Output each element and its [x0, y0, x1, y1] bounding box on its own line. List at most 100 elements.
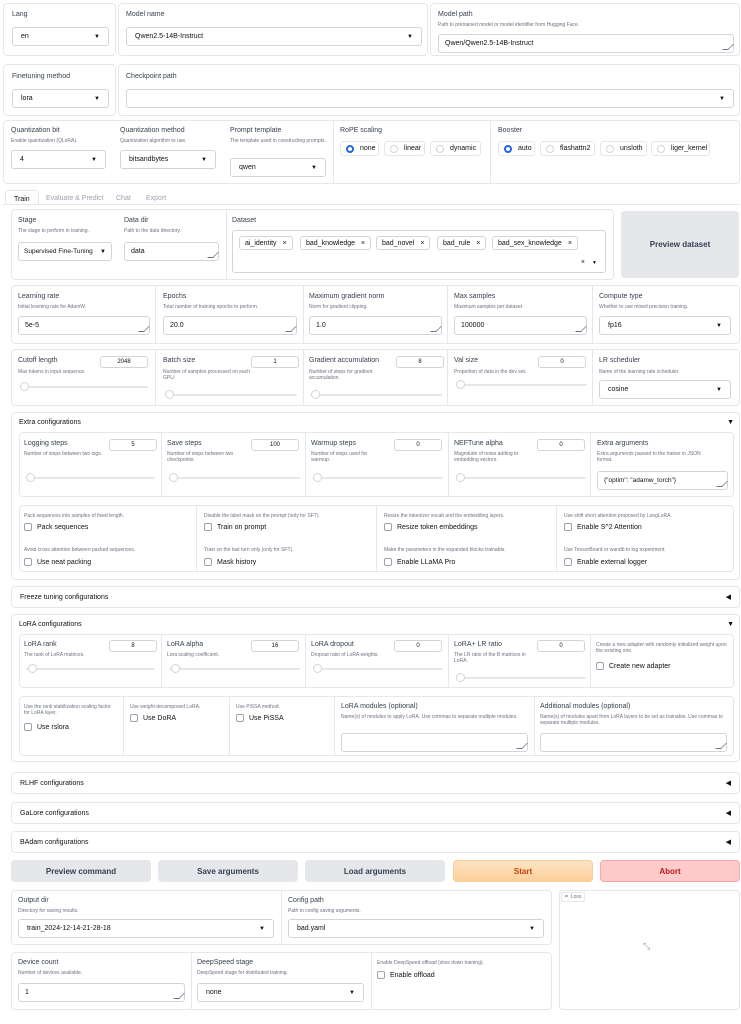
model-path-input[interactable]: Qwen/Qwen2.5-14B-Instruct: [438, 34, 734, 53]
lora-config-header[interactable]: LoRA configurations ▼: [19, 621, 734, 628]
cutoff-number[interactable]: 2048: [100, 356, 148, 368]
lora-alpha-number[interactable]: 16: [251, 640, 299, 652]
rlhf-config-header[interactable]: RLHF configurations ◀: [11, 772, 740, 794]
grad-accum-slider[interactable]: [311, 390, 442, 399]
device-count-input[interactable]: 1: [18, 983, 185, 1002]
epochs-input[interactable]: 20.0: [163, 316, 297, 335]
badam-config-header[interactable]: BAdam configurations ◀: [11, 831, 740, 853]
warmup-steps-slider[interactable]: [313, 473, 443, 482]
learning-rate-input[interactable]: 5e-5: [18, 316, 150, 335]
dora-checkbox[interactable]: Use DoRA: [130, 714, 176, 722]
booster-option-auto[interactable]: auto: [498, 141, 535, 156]
offload-checkbox[interactable]: Enable offload: [377, 971, 435, 979]
slider-handle[interactable]: [20, 382, 29, 391]
start-button[interactable]: Start: [453, 860, 593, 882]
grad-accum-number[interactable]: 8: [396, 356, 444, 368]
preview-command-button[interactable]: Preview command: [11, 860, 151, 882]
dataset-tag[interactable]: ai_identity ×: [239, 236, 293, 250]
dataset-tag[interactable]: bad_novel ×: [376, 236, 431, 250]
lr-scheduler-select[interactable]: cosine ▼: [599, 380, 731, 399]
lora-plus-slider[interactable]: [456, 673, 586, 682]
neat-packing-checkbox[interactable]: Use neat packing: [24, 558, 91, 566]
save-steps-number[interactable]: 100: [251, 439, 299, 451]
quant-method-select[interactable]: bitsandbytes ▼: [120, 150, 216, 169]
template-select[interactable]: qwen ▼: [230, 158, 326, 177]
lora-rank-slider[interactable]: [26, 664, 155, 673]
slider-handle[interactable]: [165, 390, 174, 399]
lora-alpha-slider[interactable]: [169, 664, 300, 673]
close-icon[interactable]: ×: [361, 240, 365, 247]
tab-train[interactable]: Train: [5, 190, 39, 205]
extra-args-input[interactable]: {"optim": "adamw_torch"}: [597, 471, 728, 490]
val-size-number[interactable]: 0: [538, 356, 586, 368]
slider-handle[interactable]: [456, 473, 465, 482]
dataset-tag[interactable]: bad_sex_knowledge ×: [492, 236, 578, 250]
lora-plus-number[interactable]: 0: [537, 640, 585, 652]
stage-select[interactable]: Supervised Fine-Tuning ▼: [18, 242, 112, 261]
save-steps-slider[interactable]: [169, 473, 300, 482]
rope-option-linear[interactable]: linear: [384, 141, 425, 156]
pissa-checkbox[interactable]: Use PiSSA: [236, 714, 284, 722]
dataset-tag[interactable]: bad_knowledge ×: [300, 236, 372, 250]
dataset-multiselect[interactable]: ai_identity × bad_knowledge × bad_novel × b…: [232, 230, 606, 273]
llama-pro-checkbox[interactable]: Enable LLaMA Pro: [384, 558, 455, 566]
logging-steps-number[interactable]: 5: [109, 439, 157, 451]
additional-modules-input[interactable]: [540, 733, 727, 752]
slider-handle[interactable]: [456, 380, 465, 389]
s2-attention-checkbox[interactable]: Enable S^2 Attention: [564, 523, 642, 531]
deepspeed-select[interactable]: none ▼: [197, 983, 364, 1002]
cutoff-slider[interactable]: [20, 382, 148, 391]
config-path-select[interactable]: bad.yaml ▼: [288, 919, 544, 938]
lora-dropout-slider[interactable]: [313, 664, 443, 673]
slider-handle[interactable]: [26, 473, 35, 482]
load-arguments-button[interactable]: Load arguments: [305, 860, 445, 882]
slider-handle[interactable]: [456, 673, 465, 682]
max-grad-norm-input[interactable]: 1.0: [309, 316, 442, 335]
resize-embeddings-checkbox[interactable]: Resize token embeddings: [384, 523, 478, 531]
extra-config-header[interactable]: Extra configurations ▼: [19, 419, 734, 426]
close-icon[interactable]: ×: [568, 240, 572, 247]
quant-bit-select[interactable]: 4 ▼: [11, 150, 106, 169]
new-adapter-checkbox[interactable]: Create new adapter: [596, 662, 670, 670]
slider-handle[interactable]: [311, 390, 320, 399]
lora-dropout-number[interactable]: 0: [394, 640, 442, 652]
rope-option-none[interactable]: none: [340, 141, 379, 156]
lora-modules-input[interactable]: [341, 733, 528, 752]
pack-sequences-checkbox[interactable]: Pack sequences: [24, 523, 88, 531]
slider-handle[interactable]: [28, 664, 37, 673]
mask-history-checkbox[interactable]: Mask history: [204, 558, 256, 566]
slider-handle[interactable]: [313, 664, 322, 673]
train-on-prompt-checkbox[interactable]: Train on prompt: [204, 523, 266, 531]
tab-chat[interactable]: Chat: [116, 195, 131, 202]
freeze-config-header[interactable]: Freeze tuning configurations ◀: [11, 586, 740, 608]
logging-steps-slider[interactable]: [26, 473, 155, 482]
save-arguments-button[interactable]: Save arguments: [158, 860, 298, 882]
lang-select[interactable]: en ▼: [12, 27, 109, 46]
dataset-tag[interactable]: bad_rule ×: [437, 236, 487, 250]
galore-config-header[interactable]: GaLore configurations ◀: [11, 802, 740, 824]
slider-handle[interactable]: [171, 664, 180, 673]
abort-button[interactable]: Abort: [600, 860, 740, 882]
tab-export[interactable]: Export: [146, 195, 166, 202]
clear-all-icon[interactable]: ×: [581, 259, 585, 266]
finetuning-select[interactable]: lora ▼: [12, 89, 109, 108]
slider-handle[interactable]: [313, 473, 322, 482]
compute-type-select[interactable]: fp16 ▼: [599, 316, 731, 335]
warmup-steps-number[interactable]: 0: [394, 439, 442, 451]
booster-option-liger-kernel[interactable]: liger_kernel: [651, 141, 710, 156]
external-logger-checkbox[interactable]: Enable external logger: [564, 558, 647, 566]
preview-dataset-button[interactable]: Preview dataset: [621, 211, 739, 278]
batch-size-number[interactable]: 1: [251, 356, 299, 368]
close-icon[interactable]: ×: [283, 240, 287, 247]
checkpoint-select[interactable]: ▼: [126, 89, 734, 108]
tab-evaluate[interactable]: Evaluate & Predict: [46, 195, 104, 202]
booster-option-flashattn2[interactable]: flashattn2: [540, 141, 595, 156]
chevron-down-icon[interactable]: ▼: [592, 260, 597, 266]
val-size-slider[interactable]: [456, 380, 587, 389]
booster-option-unsloth[interactable]: unsloth: [600, 141, 647, 156]
lora-rank-number[interactable]: 8: [109, 640, 157, 652]
rope-option-dynamic[interactable]: dynamic: [430, 141, 481, 156]
batch-size-slider[interactable]: [165, 390, 297, 399]
slider-handle[interactable]: [169, 473, 178, 482]
rslora-checkbox[interactable]: Use rslora: [24, 723, 69, 731]
